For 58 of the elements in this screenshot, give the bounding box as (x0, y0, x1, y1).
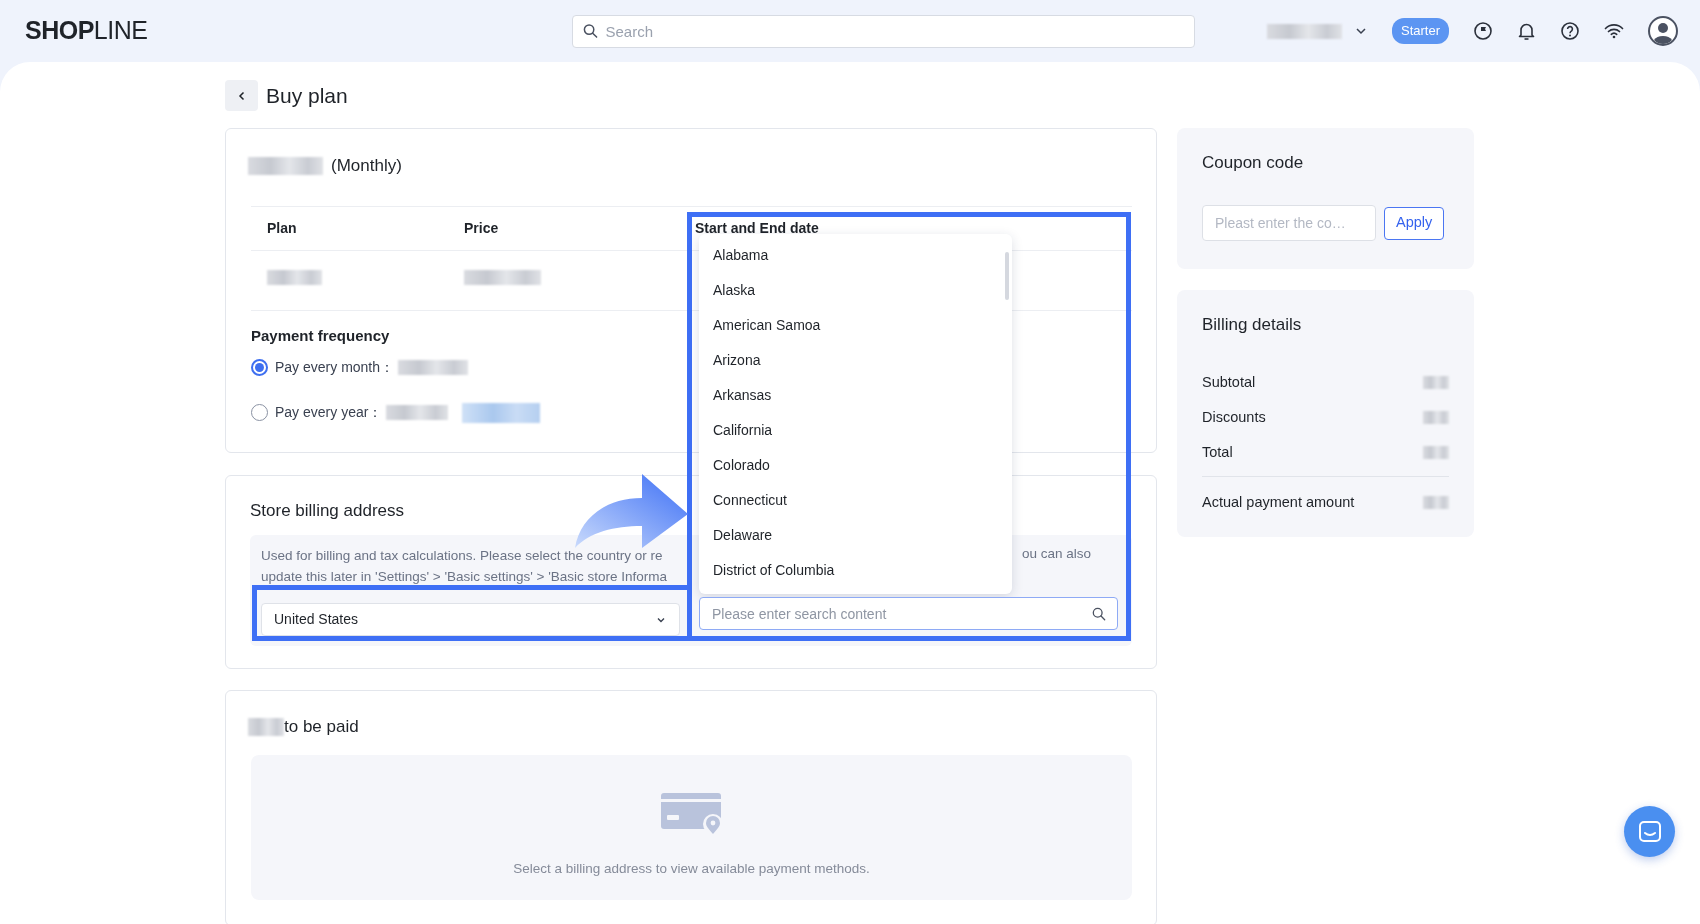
section-title: Coupon code (1202, 151, 1305, 174)
logo: SHOPLINE (25, 15, 148, 47)
chat-icon (1637, 819, 1662, 844)
message-icon[interactable] (1473, 21, 1493, 41)
section-title: to be paid (284, 715, 359, 738)
help-text: update this later in 'Settings' > 'Basic settings' > 'Basic store Informa (261, 568, 668, 585)
notification-icon[interactable] (1517, 21, 1536, 41)
country-select[interactable]: United States (261, 603, 680, 636)
radio-label[interactable]: Pay every year： (275, 402, 383, 423)
search-field[interactable]: Search (572, 14, 1196, 48)
dropdown-option[interactable]: Arizona (699, 343, 1012, 378)
scrollbar-thumb[interactable] (1005, 252, 1009, 300)
dropdown-option[interactable]: Arkansas (699, 378, 1012, 413)
dropdown-option[interactable]: Alabama (699, 238, 1012, 273)
plan-title: (Monthly) (331, 154, 402, 177)
dropdown-option[interactable]: Connecticut (699, 483, 1012, 518)
section-title: Store billing address (250, 499, 405, 522)
summary-label: Subtotal (1202, 372, 1256, 392)
search-icon (1092, 606, 1106, 621)
redacted-text (1423, 446, 1449, 459)
redacted-text (1423, 496, 1449, 509)
redacted-text (1423, 411, 1449, 424)
apply-button[interactable]: Apply (1384, 206, 1445, 240)
help-text: Used for billing and tax calculations. Please select the country or re (261, 547, 663, 564)
redacted-text (1423, 376, 1449, 389)
dropdown-option[interactable]: American Samoa (699, 308, 1012, 343)
redacted-text (248, 717, 284, 736)
summary-label: Actual payment amount (1202, 492, 1355, 512)
chevron-left-icon (236, 90, 247, 101)
redacted-text (267, 269, 322, 285)
dropdown-option[interactable]: Delaware (699, 518, 1012, 553)
section-label: Payment frequency (251, 325, 390, 346)
section-title: Billing details (1202, 313, 1303, 336)
coupon-field[interactable]: Pleast enter the co… (1202, 205, 1376, 241)
wifi-icon[interactable] (1604, 23, 1624, 39)
empty-message: Select a billing address to view available payment methods. (513, 859, 870, 878)
redacted-text (386, 405, 449, 420)
dropdown-option[interactable]: Colorado (699, 448, 1012, 483)
summary-label: Total (1202, 442, 1233, 462)
summary-label: Discounts (1202, 407, 1266, 427)
avatar-icon[interactable] (1648, 16, 1678, 46)
radio-label[interactable]: Pay every month： (275, 357, 395, 378)
search-icon (583, 23, 599, 39)
dropdown-option[interactable]: California (699, 413, 1012, 448)
help-text: ou can also (1021, 545, 1091, 563)
column-header: Price (464, 219, 499, 236)
redacted-text (398, 360, 469, 375)
help-icon[interactable] (1560, 21, 1580, 41)
dropdown-option[interactable]: District of Columbia (699, 553, 1012, 588)
region-search-field[interactable]: Please enter search content (699, 597, 1118, 630)
column-header: Plan (267, 219, 297, 236)
dropdown-option[interactable]: Alaska (699, 273, 1012, 308)
card-location-icon (660, 792, 723, 835)
back-button[interactable] (225, 80, 258, 112)
column-header: Start and End date (695, 219, 819, 236)
radio-button[interactable] (251, 359, 268, 376)
page-title: Buy plan (266, 83, 348, 109)
plan-badge: Starter (1392, 18, 1449, 44)
